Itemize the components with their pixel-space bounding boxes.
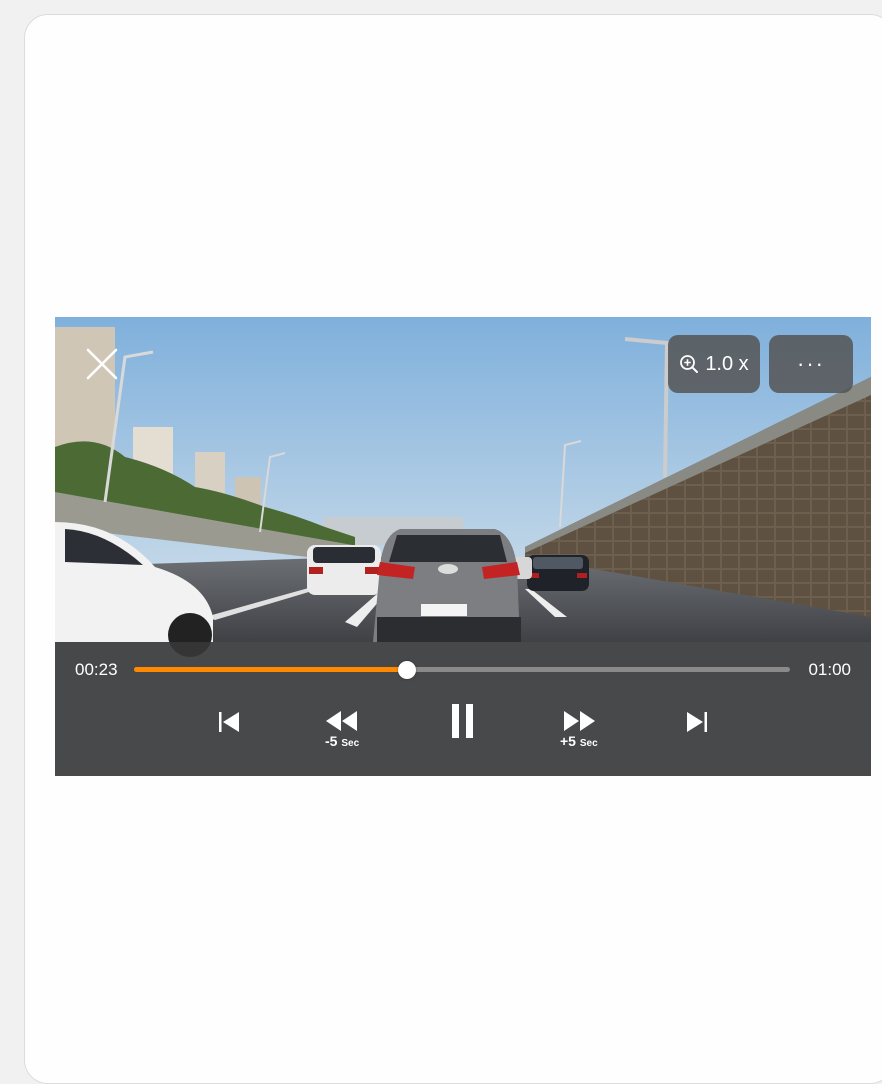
more-options-button[interactable]: ··· (769, 335, 853, 393)
seek-bar-progress (134, 667, 407, 672)
playback-controls: 00:23 01:00 -5 Sec +5 Sec (55, 642, 871, 776)
rewind-label: -5 Sec (325, 734, 359, 751)
pause-icon (452, 704, 473, 738)
zoom-in-icon (680, 355, 699, 373)
rewind-icon (326, 711, 358, 731)
current-time: 00:23 (75, 660, 118, 679)
fast-forward-button[interactable]: +5 Sec (560, 710, 598, 751)
close-icon (86, 348, 118, 380)
zoom-level-label: 1.0 x (705, 352, 749, 375)
rewind-button[interactable]: -5 Sec (325, 710, 359, 751)
rewind-amount: -5 (325, 733, 338, 749)
skip-next-button[interactable] (685, 710, 709, 734)
pause-button[interactable] (451, 704, 475, 738)
close-button[interactable] (85, 347, 119, 381)
seek-bar-thumb[interactable] (397, 661, 416, 679)
more-icon: ··· (797, 351, 825, 376)
skip-next-icon (687, 712, 707, 732)
skip-previous-button[interactable] (217, 710, 241, 734)
skip-previous-icon (219, 712, 239, 732)
video-player[interactable]: 1.0 x ··· 00:23 01:00 -5 Sec +5 Sec (55, 317, 871, 776)
total-time: 01:00 (808, 660, 851, 679)
fast-forward-icon (563, 711, 595, 731)
forward-amount: +5 (560, 733, 576, 749)
forward-unit: Sec (579, 738, 598, 749)
zoom-button[interactable]: 1.0 x (668, 335, 760, 393)
forward-label: +5 Sec (560, 734, 598, 751)
seek-bar[interactable] (134, 661, 790, 679)
rewind-unit: Sec (341, 738, 360, 749)
